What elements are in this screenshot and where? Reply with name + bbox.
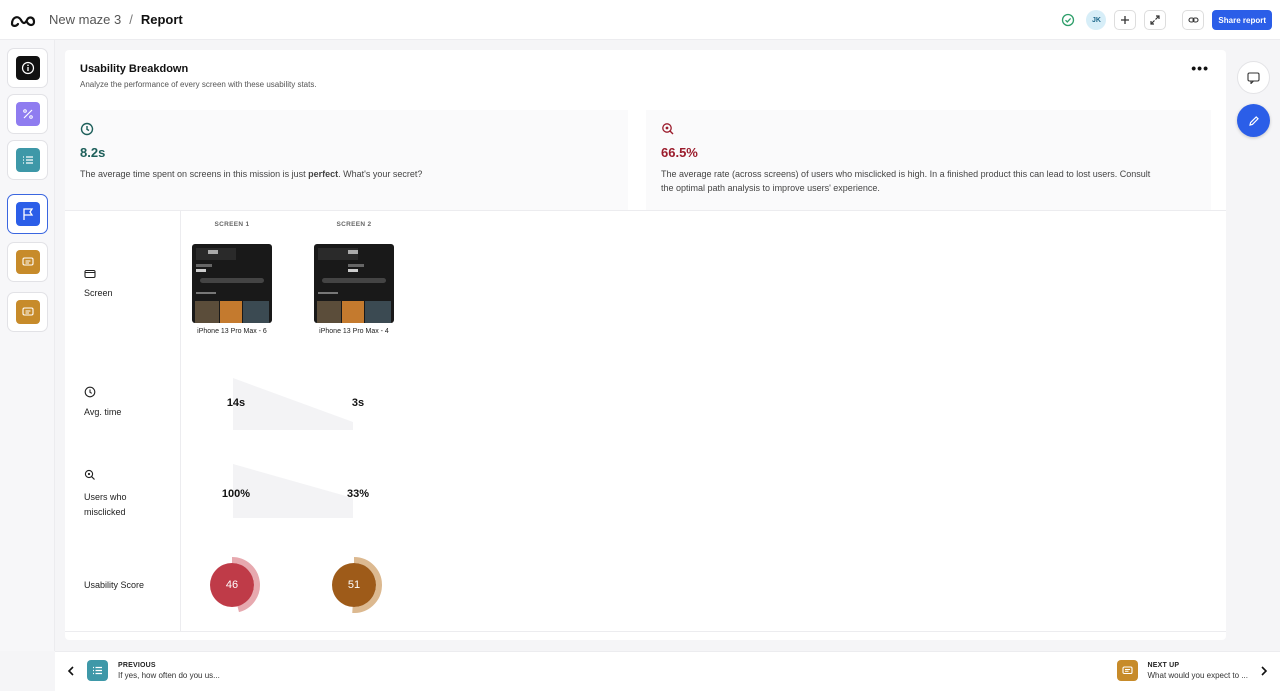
- chevron-left-icon[interactable]: [65, 665, 77, 677]
- usability-score-value-2: 51: [332, 563, 376, 607]
- more-options-icon[interactable]: •••: [1191, 61, 1209, 75]
- edit-button[interactable]: [1237, 104, 1270, 137]
- plus-icon: [1121, 16, 1130, 24]
- pencil-icon: [1248, 115, 1259, 126]
- chevron-right-icon[interactable]: [1258, 665, 1270, 677]
- misclick-rate-stat: 66.5% The average rate (across screens) …: [646, 110, 1211, 210]
- expand-icon: [1150, 15, 1161, 25]
- column-header-screen-2: SCREEN 2: [336, 221, 372, 228]
- column-header-screen-1: SCREEN 1: [214, 221, 250, 228]
- clock-icon: [80, 122, 94, 136]
- comment-icon: [15, 300, 40, 324]
- clock-icon: [84, 386, 96, 398]
- expand-button[interactable]: [1144, 10, 1167, 30]
- avg-time-desc-pre: The average time spent on screens in thi…: [80, 169, 309, 179]
- next-block-link[interactable]: NEXT UP What would you expect to ...: [1116, 660, 1271, 681]
- card-subtitle: Analyze the performance of every screen …: [80, 80, 317, 89]
- row-label-screen: Screen: [84, 288, 113, 298]
- avg-time-description: The average time spent on screens in thi…: [80, 167, 422, 181]
- share-report-button[interactable]: Share report: [1212, 10, 1272, 30]
- comment-icon: [1116, 660, 1138, 681]
- breadcrumb-project[interactable]: New maze 3: [49, 12, 121, 27]
- rail-item-opinion-scale[interactable]: [7, 94, 48, 134]
- avg-time-desc-post: . What's your secret?: [338, 169, 423, 179]
- previous-title: If yes, how often do you us...: [118, 670, 220, 680]
- rail-item-open-question-1[interactable]: [7, 242, 48, 282]
- footer-navigation: PREVIOUS If yes, how often do you us... …: [55, 651, 1280, 691]
- rail-item-info[interactable]: [7, 48, 48, 88]
- screen-name-1: iPhone 13 Pro Max - 6: [197, 328, 267, 335]
- usability-score-screen-2: 51: [332, 557, 388, 613]
- row-label-misclicked-line-1: Users who: [84, 492, 127, 502]
- divider: [65, 210, 1226, 211]
- status-check-icon[interactable]: [1058, 10, 1078, 30]
- row-label-misclicked-line-2: misclicked: [84, 507, 126, 517]
- avg-time-desc-bold: perfect: [308, 169, 339, 179]
- screen-name-2: iPhone 13 Pro Max - 4: [319, 328, 389, 335]
- misclick-rate-description: The average rate (across screens) of use…: [661, 167, 1150, 195]
- row-label-misclicked: Users who misclicked: [84, 490, 127, 520]
- rail-item-mission[interactable]: [7, 194, 48, 234]
- misclick-target-icon: [662, 123, 674, 135]
- avg-time-value: 8.2s: [80, 145, 106, 160]
- block-sidebar: [0, 40, 55, 651]
- breadcrumb-separator: /: [129, 12, 133, 27]
- misclick-screen-2: 33%: [346, 488, 370, 500]
- usability-breakdown-card: Usability Breakdown Analyze the performa…: [65, 50, 1226, 640]
- divider: [65, 631, 1226, 632]
- list-icon: [87, 660, 108, 681]
- row-label-avg-time: Avg. time: [84, 407, 122, 417]
- list-icon: [15, 148, 40, 172]
- rail-item-open-question-2[interactable]: [7, 292, 48, 332]
- card-title: Usability Breakdown: [80, 63, 189, 75]
- screen-thumbnail-1[interactable]: [192, 244, 272, 323]
- row-label-usability-score: Usability Score: [84, 580, 145, 590]
- top-bar: New maze 3 / Report JK Share report: [0, 0, 1280, 40]
- misclick-target-icon: [84, 469, 95, 480]
- avg-time-stat: 8.2s The average time spent on screens i…: [65, 110, 628, 210]
- usability-score-screen-1: 46: [210, 557, 266, 613]
- copy-link-button[interactable]: [1182, 10, 1205, 30]
- info-icon: [15, 56, 40, 80]
- misclick-rate-value: 66.5%: [661, 145, 698, 160]
- comment-icon: [15, 250, 40, 274]
- add-collaborator-button[interactable]: [1114, 10, 1137, 30]
- link-icon: [1188, 17, 1199, 23]
- percent-icon: [15, 102, 40, 126]
- divider: [180, 210, 181, 631]
- flag-icon: [15, 202, 40, 226]
- misclick-screen-1: 100%: [221, 488, 251, 500]
- screen-icon: [84, 269, 96, 279]
- next-title: What would you expect to ...: [1147, 670, 1249, 680]
- screen-thumbnail-2[interactable]: [314, 244, 394, 323]
- breadcrumb: New maze 3 / Report: [49, 12, 183, 27]
- comments-button[interactable]: [1237, 61, 1270, 94]
- misclick-desc-line-2: the optimal path analysis to improve use…: [661, 183, 880, 193]
- previous-block-text: PREVIOUS If yes, how often do you us...: [118, 662, 220, 680]
- avg-time-screen-2: 3s: [351, 397, 365, 409]
- previous-block-link[interactable]: PREVIOUS If yes, how often do you us...: [65, 660, 220, 681]
- next-label: NEXT UP: [1147, 661, 1180, 669]
- maze-logo-icon[interactable]: [10, 11, 36, 29]
- comment-icon: [1247, 71, 1260, 84]
- avatar[interactable]: JK: [1086, 10, 1107, 30]
- avg-time-screen-1: 14s: [226, 397, 246, 409]
- previous-label: PREVIOUS: [118, 661, 156, 669]
- next-block-text: NEXT UP What would you expect to ...: [1148, 662, 1249, 680]
- usability-score-value-1: 46: [210, 563, 254, 607]
- breadcrumb-current: Report: [140, 12, 183, 27]
- rail-item-multiple-choice[interactable]: [7, 140, 48, 180]
- misclick-desc-line-1: The average rate (across screens) of use…: [661, 169, 1151, 179]
